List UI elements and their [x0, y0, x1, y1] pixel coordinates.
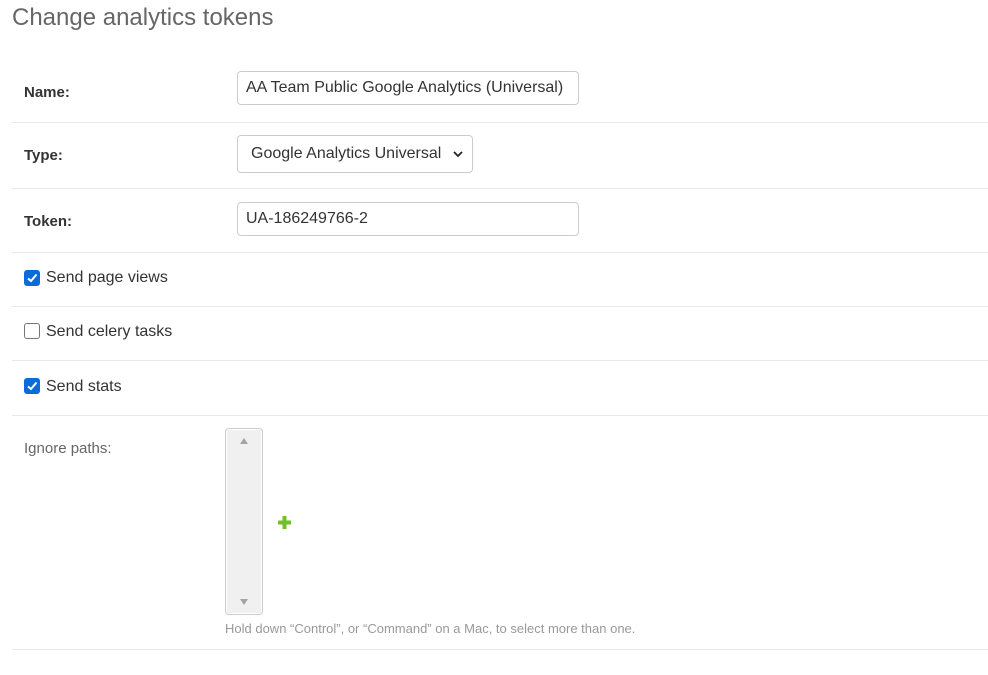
- send-celery-tasks-label[interactable]: Send celery tasks: [46, 323, 172, 341]
- multiselect-scrollbar[interactable]: [227, 430, 261, 613]
- name-input[interactable]: AA Team Public Google Analytics (Univers…: [237, 71, 579, 105]
- checkmark-icon: [27, 273, 38, 283]
- chevron-down-icon: [453, 151, 463, 158]
- help-text: Hold down “Control”, or “Command” on a M…: [225, 621, 636, 636]
- token-input[interactable]: UA-186249766-2: [237, 202, 579, 236]
- ignore-paths-label: Ignore paths:: [24, 440, 112, 457]
- plus-icon[interactable]: [278, 516, 291, 529]
- token-label: Token:: [24, 213, 73, 230]
- scroll-up-arrow-icon[interactable]: [240, 438, 248, 444]
- form-row-type: Type: Google Analytics Universal: [12, 123, 988, 189]
- form-row-send-celery-tasks: Send celery tasks: [12, 307, 988, 361]
- scroll-down-arrow-icon[interactable]: [240, 599, 248, 605]
- checkmark-icon: [27, 381, 38, 391]
- form-row-send-stats: Send stats: [12, 361, 988, 416]
- form-row-name: Name: AA Team Public Google Analytics (U…: [12, 60, 988, 123]
- type-select-value: Google Analytics Universal: [251, 145, 442, 162]
- form-row-token: Token: UA-186249766-2: [12, 189, 988, 253]
- name-label: Name:: [24, 84, 70, 101]
- change-form-page: Change analytics tokens Name: AA Team Pu…: [0, 0, 988, 675]
- send-celery-tasks-checkbox[interactable]: [24, 323, 40, 339]
- ignore-paths-multiselect[interactable]: [225, 428, 263, 615]
- type-select[interactable]: Google Analytics Universal: [237, 135, 473, 173]
- send-stats-label[interactable]: Send stats: [46, 378, 122, 396]
- send-page-views-checkbox[interactable]: [24, 270, 40, 286]
- form-row-send-page-views: Send page views: [12, 253, 988, 307]
- send-stats-checkbox[interactable]: [24, 378, 40, 394]
- form-row-ignore-paths: Ignore paths:: [12, 416, 988, 650]
- page-title: Change analytics tokens: [12, 4, 274, 31]
- type-label: Type:: [24, 147, 63, 164]
- send-page-views-label[interactable]: Send page views: [46, 269, 168, 287]
